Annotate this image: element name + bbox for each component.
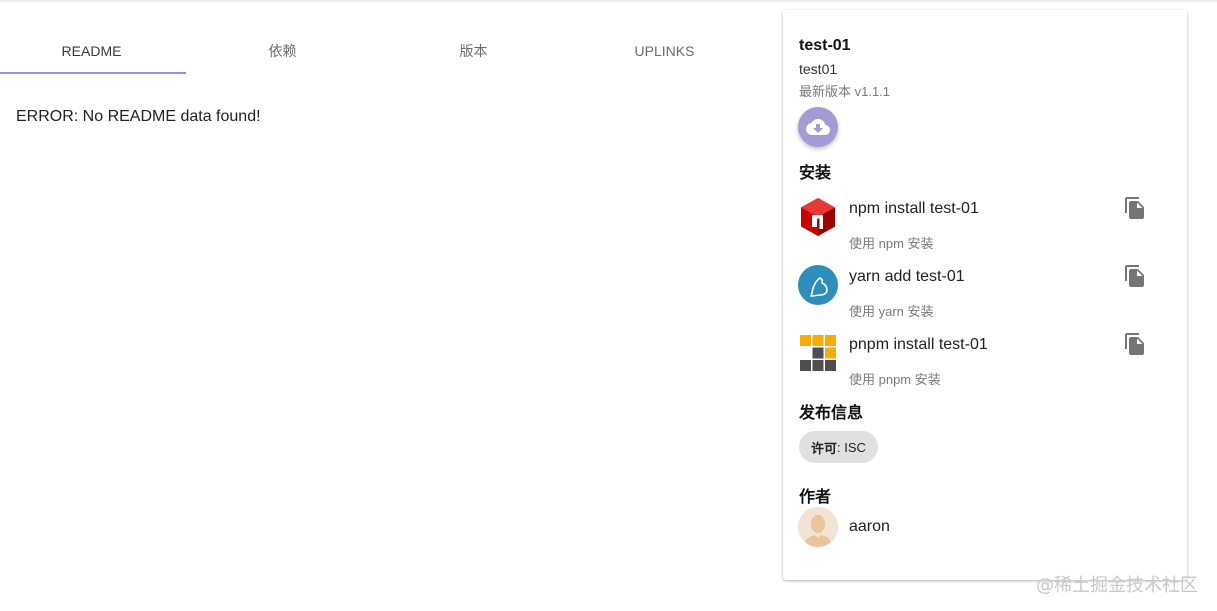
tab-bar: README 依赖 版本 UPLINKS: [0, 28, 764, 74]
install-command-npm: npm install test-01: [849, 200, 979, 217]
install-command-pnpm: pnpm install test-01: [849, 336, 988, 353]
install-hint-npm: 使用 npm 安装: [849, 236, 934, 251]
watermark-text: @稀土掘金技术社区: [1036, 575, 1198, 596]
top-bar-shadow: [0, 0, 1217, 3]
package-name: test-01: [799, 37, 851, 54]
package-info-card: test-01 test01 最新版本 v1.1.1 安装 npm instal…: [783, 10, 1187, 580]
author-section-title: 作者: [799, 489, 832, 506]
package-latest-version: 最新版本 v1.1.1: [799, 84, 891, 99]
tab-uplinks[interactable]: UPLINKS: [573, 28, 756, 74]
install-hint-yarn: 使用 yarn 安装: [849, 304, 934, 319]
avatar: [798, 507, 838, 547]
license-chip: 许可: ISC: [799, 431, 878, 463]
tab-versions[interactable]: 版本: [382, 28, 565, 74]
cloud-download-icon: [806, 119, 830, 135]
tab-readme[interactable]: README: [0, 28, 186, 74]
yarn-icon: [798, 265, 838, 305]
install-hint-pnpm: 使用 pnpm 安装: [849, 372, 941, 387]
tab-dependencies[interactable]: 依赖: [191, 28, 374, 74]
package-description: test01: [799, 61, 838, 77]
author-name: aaron: [849, 518, 890, 535]
copy-icon[interactable]: [1123, 196, 1147, 220]
install-row-pnpm: pnpm install test-01 使用 pnpm 安装: [798, 333, 1158, 393]
readme-error-text: ERROR: No README data found!: [16, 108, 261, 125]
download-tarball-button[interactable]: [798, 107, 838, 147]
npm-icon: [801, 198, 835, 236]
license-label: 许可: [811, 440, 838, 456]
install-command-yarn: yarn add test-01: [849, 268, 965, 285]
copy-icon[interactable]: [1123, 332, 1147, 356]
license-value: : ISC: [837, 439, 866, 455]
install-row-npm: npm install test-01 使用 npm 安装: [798, 197, 1158, 257]
copy-icon[interactable]: [1123, 264, 1147, 288]
pnpm-icon: [800, 335, 836, 371]
release-info-title: 发布信息: [799, 405, 864, 422]
user-avatar-icon: [798, 507, 838, 547]
install-row-yarn: yarn add test-01 使用 yarn 安装: [798, 265, 1158, 325]
install-section-title: 安装: [799, 165, 832, 182]
